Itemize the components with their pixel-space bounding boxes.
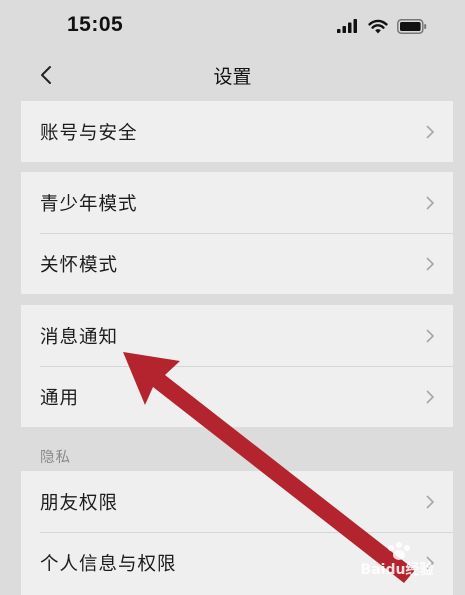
status-icons — [337, 15, 427, 37]
section-header-privacy: 隐私 — [40, 450, 71, 466]
nav-bar: 设置 — [0, 52, 465, 98]
chevron-right-icon — [426, 555, 435, 570]
chevron-right-icon — [426, 124, 435, 139]
settings-item-label: 朋友权限 — [40, 492, 119, 514]
settings-item-friend-permissions[interactable]: 朋友权限 — [21, 471, 453, 532]
chevron-right-icon — [426, 256, 435, 271]
settings-item-personal-info[interactable]: 个人信息与权限 — [21, 532, 453, 593]
settings-item-label: 账号与安全 — [40, 122, 138, 144]
settings-item-label: 消息通知 — [40, 326, 119, 348]
chevron-right-icon — [426, 494, 435, 509]
settings-item-label: 青少年模式 — [40, 193, 138, 215]
status-time: 15:05 — [67, 13, 124, 36]
settings-group-account: 账号与安全 — [21, 101, 453, 162]
settings-item-account-security[interactable]: 账号与安全 — [21, 101, 453, 162]
chevron-right-icon — [426, 195, 435, 210]
settings-item-teen-mode[interactable]: 青少年模式 — [21, 172, 453, 233]
chevron-right-icon — [426, 389, 435, 404]
cellular-signal-icon — [337, 19, 357, 33]
chevron-right-icon — [426, 328, 435, 343]
page-title: 设置 — [213, 66, 252, 88]
settings-item-label: 个人信息与权限 — [40, 553, 177, 575]
settings-item-notifications[interactable]: 消息通知 — [21, 305, 453, 366]
settings-item-care-mode[interactable]: 关怀模式 — [21, 233, 453, 294]
status-bar: 15:05 — [0, 0, 465, 52]
settings-item-general[interactable]: 通用 — [21, 366, 453, 427]
settings-item-label: 通用 — [40, 387, 80, 409]
settings-group-modes: 青少年模式 关怀模式 — [21, 172, 453, 294]
battery-icon — [397, 18, 427, 34]
settings-group-privacy: 朋友权限 个人信息与权限 — [21, 471, 453, 595]
settings-group-general: 消息通知 通用 — [21, 305, 453, 427]
wifi-icon — [368, 19, 388, 33]
settings-item-label: 关怀模式 — [40, 254, 119, 276]
